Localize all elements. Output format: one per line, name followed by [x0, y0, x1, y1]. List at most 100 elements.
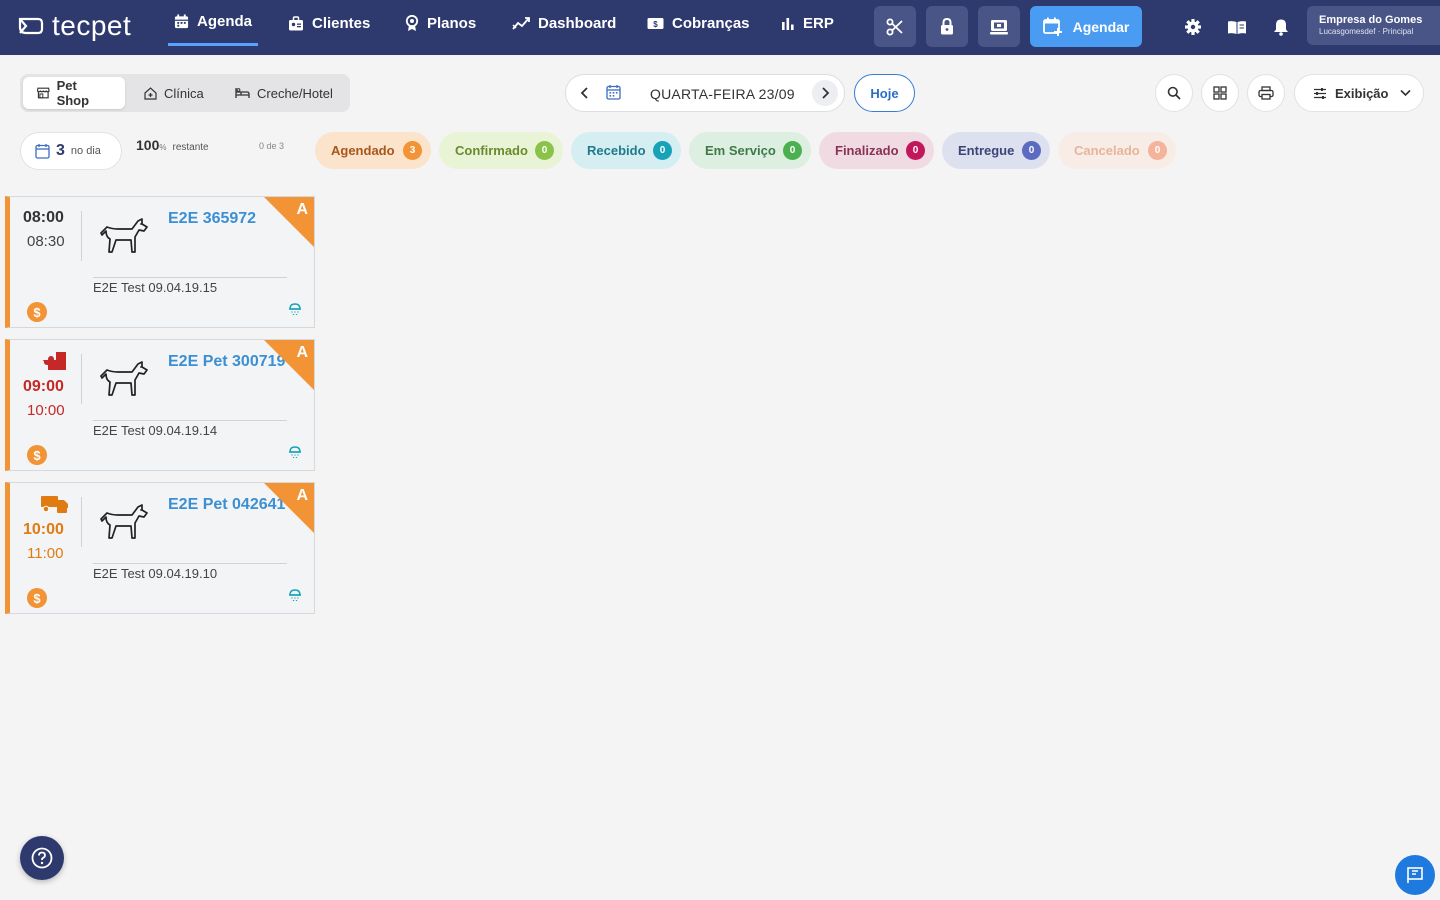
nav-label: Dashboard	[538, 14, 617, 32]
status-label: Em Serviço	[705, 143, 776, 158]
puzzle-icon	[42, 352, 66, 370]
status-count-badge: 0	[1148, 141, 1167, 160]
percent-sign: %	[159, 143, 167, 152]
top-navbar: tecpet Agenda Clientes Planos Dashboard …	[0, 0, 1440, 55]
nav-erp[interactable]: ERP	[781, 0, 834, 46]
status-chip[interactable]: Entregue 0	[942, 132, 1050, 169]
status-count-badge: 0	[535, 141, 554, 160]
tutor-name: E2E Test 09.04.19.10	[93, 566, 218, 581]
status-chip[interactable]: Confirmado 0	[439, 132, 563, 169]
money-icon: $	[647, 17, 664, 29]
progress-count: 0 de 3	[259, 141, 285, 151]
badge-icon	[405, 14, 419, 31]
flag-chat-icon	[1407, 867, 1423, 883]
logo-text: tecpet	[52, 10, 132, 41]
service-segment-tabs: Pet Shop Clínica Creche/Hotel	[20, 74, 350, 112]
status-count-badge: 3	[403, 141, 422, 160]
nav-clientes[interactable]: Clientes	[288, 0, 370, 46]
settings-button[interactable]	[1182, 16, 1204, 38]
nav-label: Planos	[427, 14, 477, 32]
scissors-button[interactable]	[874, 6, 916, 47]
status-chip[interactable]: Cancelado 0	[1058, 132, 1176, 169]
calendar-icon	[606, 85, 621, 100]
status-label: Finalizado	[835, 143, 899, 158]
status-chip[interactable]: Recebido 0	[571, 132, 681, 169]
company-selector[interactable]: Empresa do Gomes Lucasgomesdef · Princip…	[1307, 6, 1440, 45]
shower-icon	[289, 589, 301, 601]
status-count-badge: 0	[653, 141, 672, 160]
appointment-card[interactable]: 08:00 08:30 E2E 365972 E2E Test 09.04.19.15…	[5, 196, 315, 328]
display-options-button[interactable]: Exibição	[1294, 74, 1424, 112]
calendar-icon	[35, 144, 50, 159]
appointments-count: 3	[56, 142, 65, 159]
nav-planos[interactable]: Planos	[405, 0, 476, 46]
nav-cobrancas[interactable]: $ Cobranças	[647, 0, 750, 46]
appointment-card[interactable]: 09:00 10:00 E2E Pet 300719 E2E Test 09.04.1…	[5, 339, 315, 471]
payment-dollar-icon[interactable]: $	[27, 588, 47, 608]
divider	[81, 354, 82, 404]
start-time: 10:00	[23, 521, 64, 538]
status-label: Cancelado	[1074, 143, 1140, 158]
divider	[93, 563, 287, 564]
tab-pet-shop[interactable]: Pet Shop	[23, 77, 125, 109]
book-icon	[1228, 20, 1246, 34]
agendar-button[interactable]: Agendar	[1030, 6, 1142, 47]
company-branch: Lucasgomesdef · Principal	[1319, 27, 1414, 36]
hotel-icon	[235, 88, 250, 98]
print-button[interactable]	[1247, 74, 1285, 112]
divider	[93, 420, 287, 421]
nav-label: Cobranças	[672, 14, 750, 32]
next-day-button[interactable]	[812, 80, 838, 106]
status-chip[interactable]: Agendado 3	[315, 132, 431, 169]
divider	[81, 211, 82, 261]
grid-icon	[1213, 86, 1227, 100]
nav-label: Agenda	[197, 13, 253, 30]
store-icon	[37, 87, 50, 99]
status-label: Agendado	[331, 143, 395, 158]
lock-icon	[941, 18, 953, 35]
tutor-name: E2E Test 09.04.19.15	[93, 280, 218, 295]
tab-label: Creche/Hotel	[257, 85, 333, 101]
chevron-down-icon	[1400, 89, 1412, 97]
truck-icon	[41, 496, 68, 513]
status-tag: A	[296, 344, 308, 361]
search-icon	[1167, 86, 1181, 100]
chat-button[interactable]	[1395, 855, 1435, 895]
nav-agenda[interactable]: Agenda	[168, 0, 259, 46]
nav-dashboard[interactable]: Dashboard	[512, 0, 616, 46]
sliders-icon	[1314, 87, 1326, 99]
status-chip[interactable]: Em Serviço 0	[689, 132, 811, 169]
tab-label: Pet Shop	[56, 78, 90, 108]
display-options-label: Exibição	[1335, 85, 1389, 101]
brand-logo[interactable]: tecpet	[18, 10, 131, 42]
dog-icon	[100, 504, 148, 539]
tab-creche-hotel[interactable]: Creche/Hotel	[221, 77, 347, 109]
lock-button[interactable]	[926, 6, 968, 47]
help-button[interactable]	[20, 836, 64, 880]
tab-clinica[interactable]: Clínica	[130, 77, 218, 109]
previous-day-button[interactable]	[574, 82, 596, 104]
bar-chart-icon	[782, 17, 794, 30]
appointment-card[interactable]: 10:00 11:00 E2E Pet 042641 E2E Test 09.04.1…	[5, 482, 315, 614]
current-date-label[interactable]: QUARTA-FEIRA 23/09	[650, 86, 795, 102]
payment-dollar-icon[interactable]: $	[27, 302, 47, 322]
payment-dollar-icon[interactable]: $	[27, 445, 47, 465]
status-chip[interactable]: Finalizado 0	[819, 132, 934, 169]
layout-grid-button[interactable]	[1201, 74, 1239, 112]
search-button[interactable]	[1155, 74, 1193, 112]
pet-name[interactable]: E2E 365972	[168, 210, 256, 228]
today-button[interactable]: Hoje	[854, 74, 915, 112]
remaining-percentage: 100 % restante	[136, 137, 209, 153]
day-appointments-count: 3 no dia	[20, 132, 122, 170]
chevron-left-icon	[580, 87, 588, 99]
notifications-button[interactable]	[1270, 16, 1292, 38]
clinic-icon	[144, 86, 157, 100]
manual-button[interactable]	[1226, 16, 1248, 38]
pos-button[interactable]	[978, 6, 1020, 47]
status-count-badge: 0	[783, 141, 802, 160]
status-label: Entregue	[958, 143, 1015, 158]
tecpet-logo-icon	[18, 17, 44, 35]
calendar-icon	[174, 14, 189, 29]
appointments-count-label: no dia	[70, 145, 101, 157]
dog-icon	[100, 218, 148, 253]
